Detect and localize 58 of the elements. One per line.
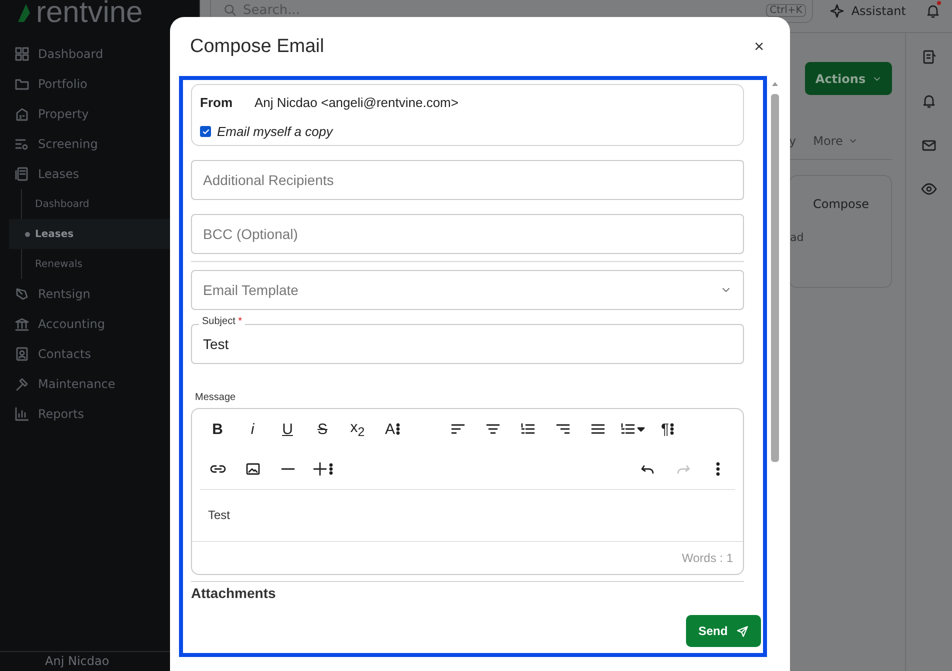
dots-icon <box>329 461 333 477</box>
search-icon <box>223 3 237 17</box>
bell-icon <box>925 3 941 19</box>
scroll-up-icon <box>770 80 778 88</box>
assistant-button[interactable]: Assistant <box>823 0 912 22</box>
attachments-heading: Attachments <box>191 585 276 601</box>
sidebar-item[interactable]: Screening <box>0 129 199 159</box>
grid-icon <box>14 46 30 62</box>
sparkle-icon <box>829 3 846 19</box>
building-icon <box>14 106 30 122</box>
tab[interactable]: y <box>789 134 796 148</box>
notes-icon <box>921 49 937 65</box>
plus-icon <box>312 461 328 477</box>
sidebar-item[interactable]: Portfolio <box>0 69 199 99</box>
contact-icon <box>14 346 30 362</box>
hammer-icon <box>14 376 30 392</box>
send-button[interactable]: Send <box>686 615 761 647</box>
from-label: From <box>200 95 232 110</box>
fontsize-tool[interactable]: A <box>375 414 410 444</box>
from-value: Anj Nicdao <angeli@rentvine.com> <box>254 95 458 110</box>
pen-icon <box>14 286 30 302</box>
bcc-field[interactable]: BCC (Optional) <box>191 214 744 254</box>
template-select[interactable]: Email Template <box>191 270 744 310</box>
message-text[interactable]: Test <box>200 489 735 541</box>
word-count: Words : 1 <box>682 551 733 565</box>
bold-tool[interactable]: B <box>200 414 235 444</box>
sidebar-item[interactable]: Property <box>0 99 199 129</box>
check-icon <box>202 128 210 136</box>
strike-tool[interactable]: S <box>305 414 340 444</box>
bank-icon <box>14 316 30 332</box>
subject-label: Subject * <box>199 316 246 327</box>
subscript-tool[interactable]: x$_{2}$ <box>340 414 375 444</box>
more-icon <box>716 462 720 476</box>
eye-icon <box>921 181 937 197</box>
message-label: Message <box>195 392 237 403</box>
caret-icon <box>637 425 645 433</box>
image-icon <box>244 461 260 477</box>
message-editor[interactable]: B i U S x$_{2}$ A ¶ Test Words : 1 <box>191 408 744 575</box>
actions-button[interactable]: Actions <box>805 62 892 95</box>
send-icon <box>736 624 749 638</box>
logo-text: rentvine <box>36 0 143 28</box>
logo-icon <box>16 2 32 24</box>
close-button[interactable]: × <box>748 36 770 58</box>
italic-tool[interactable]: i <box>235 414 270 444</box>
chart-icon <box>14 406 30 422</box>
copy-label: Email myself a copy <box>217 124 333 139</box>
recipients-field[interactable]: Additional Recipients <box>191 160 744 200</box>
dots-icon <box>396 421 400 437</box>
underline-tool[interactable]: U <box>270 414 305 444</box>
more-tab[interactable]: More <box>813 134 858 148</box>
paragraph-tool[interactable]: ¶ <box>650 414 685 444</box>
document-icon <box>14 166 30 182</box>
horizontal-rule-icon <box>280 468 294 470</box>
shortcut-hint: Ctrl+K <box>766 4 806 16</box>
bell-icon <box>921 93 937 109</box>
copy-checkbox[interactable] <box>200 126 211 137</box>
dots-icon <box>670 421 674 437</box>
dialog-title: Compose Email <box>190 36 324 58</box>
